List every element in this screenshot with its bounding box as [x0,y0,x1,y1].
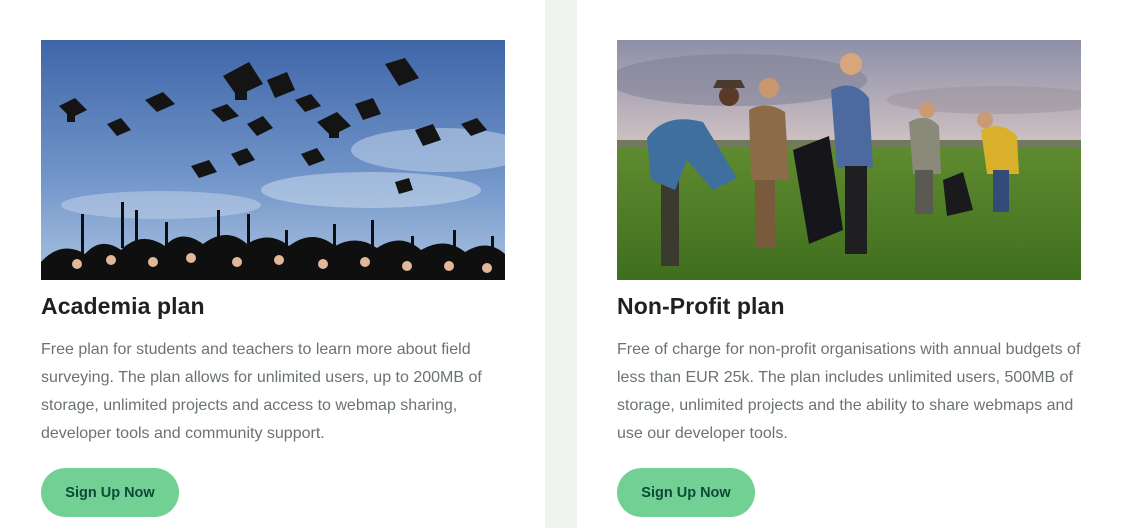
graduation-caps-photo [41,40,505,280]
pricing-plans-section: Academia plan Free plan for students and… [0,0,1121,528]
non-profit-plan-card: Non-Profit plan Free of charge for non-p… [577,0,1121,528]
non-profit-sign-up-button[interactable]: Sign Up Now [617,468,755,517]
academia-sign-up-button[interactable]: Sign Up Now [41,468,179,517]
plan-description: Free of charge for non-profit organisati… [617,341,1081,442]
plan-title: Non-Profit plan [617,293,785,319]
plan-description: Free plan for students and teachers to l… [41,341,482,442]
plan-title: Academia plan [41,293,205,319]
volunteers-litter-picking-photo [617,40,1081,280]
academia-plan-card: Academia plan Free plan for students and… [0,0,545,528]
